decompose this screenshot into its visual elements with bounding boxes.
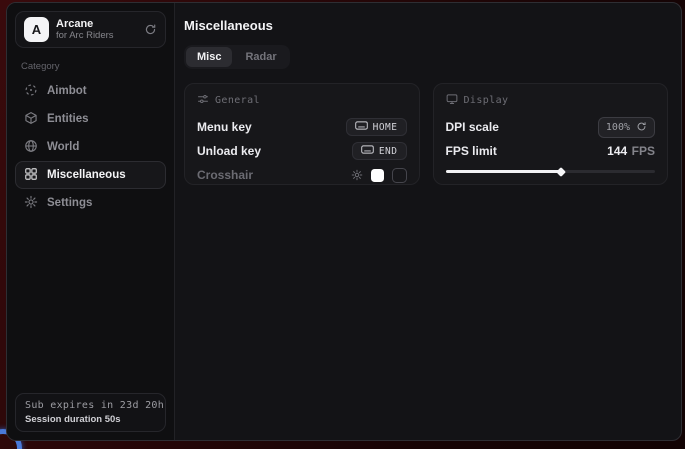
crosshair-checkbox[interactable] (392, 168, 407, 183)
keyboard-icon (361, 145, 374, 157)
tab-misc[interactable]: Misc (186, 47, 232, 67)
crosshair-label: Crosshair (197, 168, 253, 182)
app-window: A Arcane for Arc Riders Category Aim (6, 2, 682, 441)
menu-key-label: Menu key (197, 120, 252, 134)
fps-limit-unit: FPS (632, 144, 655, 158)
refresh-icon[interactable] (144, 23, 157, 36)
dpi-scale-control[interactable]: 100% (598, 117, 655, 138)
monitor-icon (446, 93, 458, 108)
brand-card: A Arcane for Arc Riders (15, 11, 166, 48)
sidebar-item-label: Settings (47, 197, 92, 209)
dpi-scale-label: DPI scale (446, 120, 499, 134)
sidebar-item-settings[interactable]: Settings (15, 189, 166, 217)
refresh-icon[interactable] (636, 120, 647, 135)
gear-icon (24, 195, 38, 212)
gear-icon[interactable] (351, 169, 363, 181)
crosshair-row: Crosshair (197, 163, 407, 187)
tab-radar[interactable]: Radar (234, 47, 287, 67)
fps-slider-fill (446, 170, 561, 173)
unload-key-value: END (379, 146, 398, 157)
tab-bar: Misc Radar (184, 45, 290, 69)
sidebar-nav: Aimbot Entities World (15, 77, 166, 217)
display-card: Display DPI scale 100% FPS limit (433, 83, 669, 185)
fps-limit-label: FPS limit (446, 144, 497, 158)
sidebar-item-label: Aimbot (47, 85, 87, 97)
session-duration-text: Session duration 50s (25, 414, 156, 425)
fps-limit-value-group: 144 FPS (607, 142, 655, 160)
fps-limit-row: FPS limit 144 FPS (446, 139, 656, 163)
sub-expiry-text: Sub expires in 23d 20h (25, 400, 156, 411)
unload-key-label: Unload key (197, 144, 261, 158)
display-card-header: Display (446, 93, 656, 108)
category-label: Category (21, 61, 160, 72)
app-logo: A (24, 17, 49, 42)
general-card-title: General (215, 95, 260, 106)
menu-key-value: HOME (373, 122, 398, 133)
unload-key-row: Unload key END (197, 139, 407, 163)
grid-icon (24, 167, 38, 184)
general-card: General Menu key HOME Unload key (184, 83, 420, 185)
sidebar-item-aimbot[interactable]: Aimbot (15, 77, 166, 105)
sidebar-item-label: World (47, 141, 79, 153)
sidebar-item-entities[interactable]: Entities (15, 105, 166, 133)
sidebar-item-miscellaneous[interactable]: Miscellaneous (15, 161, 166, 189)
keyboard-icon (355, 121, 368, 133)
sidebar-item-world[interactable]: World (15, 133, 166, 161)
unload-key-button[interactable]: END (352, 142, 407, 160)
brand-subtitle: for Arc Riders (56, 30, 114, 41)
display-card-title: Display (464, 95, 509, 106)
crosshair-color-swatch[interactable] (371, 169, 384, 182)
fps-limit-slider[interactable] (446, 170, 656, 173)
page-title: Miscellaneous (184, 18, 668, 33)
dpi-scale-row: DPI scale 100% (446, 115, 656, 139)
menu-key-button[interactable]: HOME (346, 118, 407, 136)
sliders-icon (197, 93, 209, 108)
main-content: Miscellaneous Misc Radar General Menu ke… (175, 3, 681, 440)
subscription-card: Sub expires in 23d 20h Session duration … (15, 393, 166, 432)
globe-icon (24, 139, 38, 156)
sidebar-item-label: Miscellaneous (47, 169, 126, 181)
fps-limit-value: 144 (607, 144, 627, 158)
sidebar-item-label: Entities (47, 113, 89, 125)
crosshair-controls (351, 168, 407, 183)
crosshair-icon (24, 83, 38, 100)
fps-slider-thumb[interactable] (556, 167, 566, 177)
brand-title: Arcane (56, 18, 114, 30)
sidebar: A Arcane for Arc Riders Category Aim (7, 3, 175, 440)
general-card-header: General (197, 93, 407, 108)
brand-text: Arcane for Arc Riders (56, 18, 114, 41)
cards-row: General Menu key HOME Unload key (184, 83, 668, 185)
dpi-scale-value: 100% (606, 122, 630, 133)
app-logo-letter: A (32, 22, 41, 37)
cube-icon (24, 111, 38, 128)
menu-key-row: Menu key HOME (197, 115, 407, 139)
